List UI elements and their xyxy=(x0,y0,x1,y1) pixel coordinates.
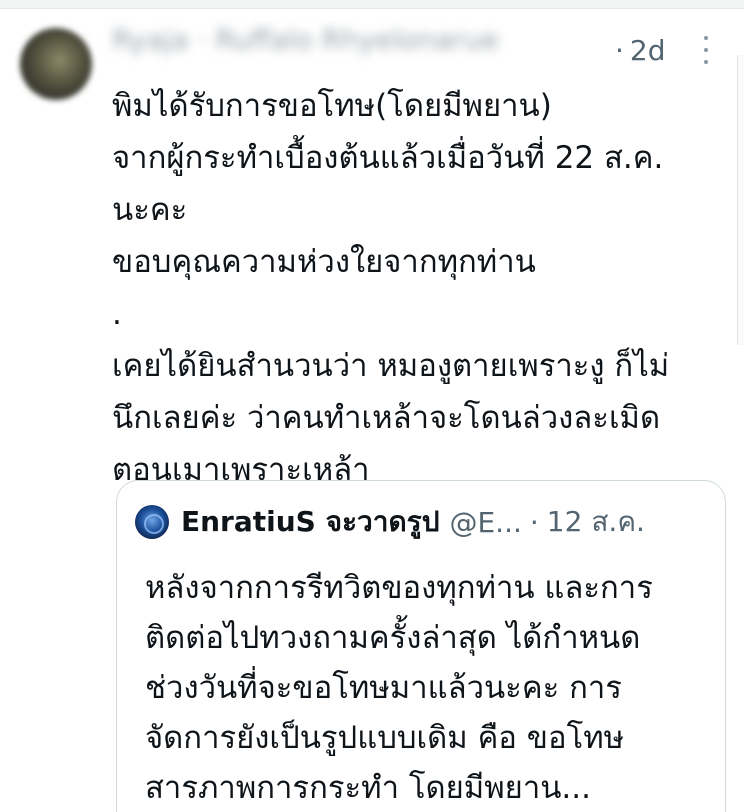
tweet-text: พิมได้รับการขอโทษ(โดยมีพยาน) จากผู้กระทำ… xyxy=(112,80,742,496)
tweet-text-line: . xyxy=(112,296,122,332)
top-divider xyxy=(0,0,744,9)
author-display-name[interactable]: Ryaja · Ruffalo Rhyelonarue xyxy=(112,20,587,60)
tweet-text-line: ขอบคุณความห่วงใยจากทุกท่าน xyxy=(112,244,536,280)
tweet-text-line: พิมได้รับการขอโทษ(โดยมีพยาน) xyxy=(112,88,552,124)
tweet-text-line: นะคะ xyxy=(112,192,188,228)
tweet-text-line: เคยได้ยินสำนวนว่า หมองูตายเพราะงู ก็ไม่ xyxy=(112,348,670,384)
avatar[interactable] xyxy=(20,28,92,100)
tweet-screenshot: Ryaja · Ruffalo Rhyelonarue · 2d พิมได้ร… xyxy=(0,0,744,812)
tweet-timestamp[interactable]: 2d xyxy=(630,34,666,67)
quoted-author-handle[interactable]: @E... xyxy=(449,506,521,539)
quoted-text-line: ติดต่อไปทวงถามครั้งล่าสุด ได้กำหนด xyxy=(145,620,641,656)
quoted-text-line: จัดการยังเป็นรูปแบบเดิม คือ ขอโทษ xyxy=(145,720,625,756)
quoted-meta-separator: · xyxy=(529,505,539,539)
quoted-text-line: สารภาพการกระทำ โดยมีพยาน... xyxy=(145,770,591,806)
quoted-text-line: หลังจากการรีทวิตของทุกท่าน และการ xyxy=(145,570,653,606)
blue-rose-avatar-icon[interactable] xyxy=(135,505,169,539)
quoted-text-line: ช่วงวันที่จะขอโทษมาแล้วนะคะ การ xyxy=(145,670,622,706)
quoted-tweet-date[interactable]: 12 ส.ค. xyxy=(547,500,645,544)
more-vertical-icon[interactable] xyxy=(697,36,715,64)
quoted-tweet-text: หลังจากการรีทวิตของทุกท่าน และการ ติดต่อ… xyxy=(145,563,720,812)
meta-separator: · xyxy=(615,33,624,67)
quoted-tweet-card[interactable]: EnratiuS จะวาดรูป @E... · 12 ส.ค. หลังจา… xyxy=(116,480,726,812)
tweet-meta: · 2d xyxy=(615,30,666,70)
quoted-author-name[interactable]: EnratiuS จะวาดรูป xyxy=(181,500,439,544)
tweet-text-line: นึกเลยค่ะ ว่าคนทำเหล้าจะโดนล่วงละเมิด xyxy=(112,400,661,436)
quoted-tweet-header: EnratiuS จะวาดรูป @E... · 12 ส.ค. xyxy=(135,499,711,545)
tweet-text-line: จากผู้กระทำเบื้องต้นแล้วเมื่อวันที่ 22 ส… xyxy=(112,140,664,176)
